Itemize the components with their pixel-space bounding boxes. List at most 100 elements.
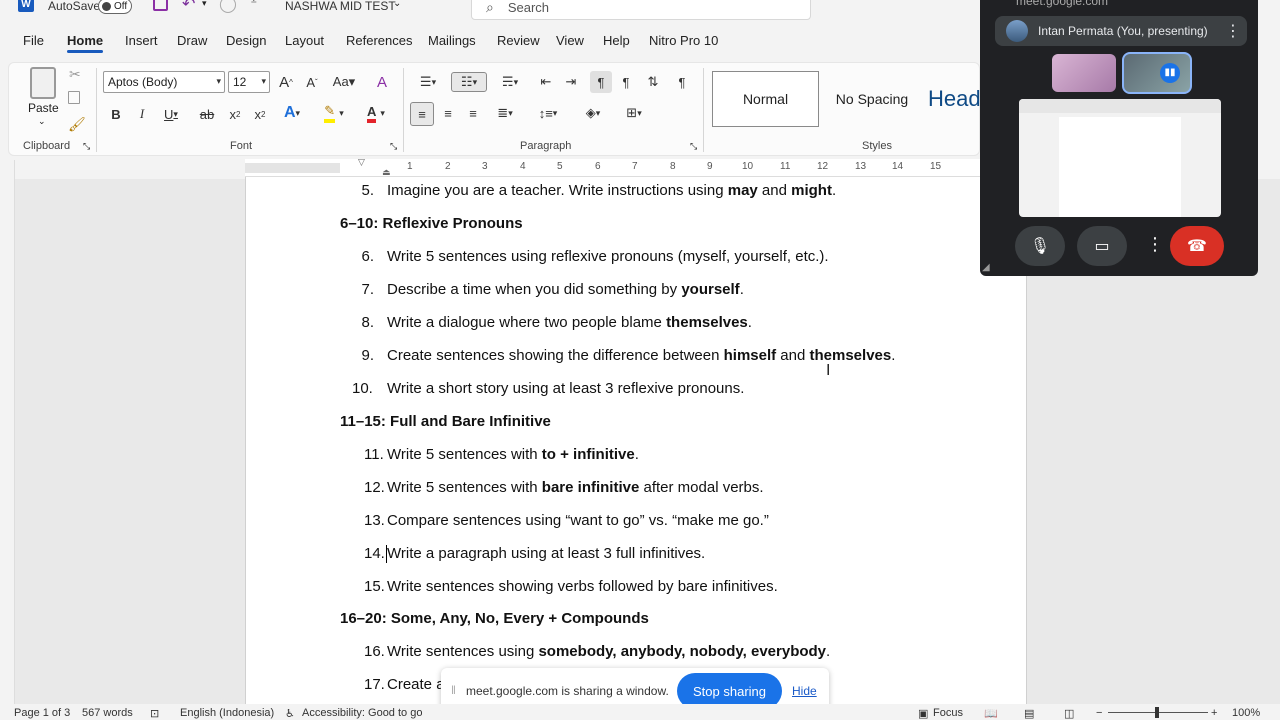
proofing-icon[interactable]: ⊡: [150, 707, 159, 720]
grow-font-icon[interactable]: A ^: [276, 72, 296, 92]
list-item[interactable]: Write 5 sentences using reflexive pronou…: [387, 248, 829, 265]
paste-icon[interactable]: [30, 67, 56, 99]
style-normal[interactable]: Normal: [712, 71, 819, 127]
list-item[interactable]: Write a paragraph using at least 3 full …: [387, 545, 705, 562]
horizontal-ruler[interactable]: ▽ ⏏ 1 2 3 4 5 6 7 8 9 10 11 12 13 14 15: [245, 157, 980, 177]
focus-mode[interactable]: Focus: [933, 707, 963, 719]
tab-review[interactable]: Review: [497, 33, 540, 48]
autosave-toggle[interactable]: Off: [98, 0, 132, 14]
presenter-row[interactable]: Intan Permata (You, presenting) ⋮: [995, 16, 1247, 46]
read-mode-icon[interactable]: 📖: [984, 707, 998, 720]
subscript-icon[interactable]: x2: [226, 104, 244, 124]
bullets-icon[interactable]: ☰ ▾: [412, 72, 444, 92]
resize-handle-icon[interactable]: ◢: [982, 262, 990, 273]
zoom-out-icon[interactable]: −: [1096, 707, 1102, 719]
highlight-color-icon[interactable]: ✎ ▾: [318, 103, 350, 123]
align-left-icon[interactable]: ≡: [410, 102, 434, 126]
list-item[interactable]: Write sentences showing verbs followed b…: [387, 578, 778, 595]
more-options-icon[interactable]: ⋮: [1225, 21, 1241, 41]
tab-home[interactable]: Home: [67, 33, 104, 53]
ltr-direction-icon[interactable]: ¶: [590, 71, 612, 93]
save-icon[interactable]: [153, 0, 168, 11]
more-options-icon[interactable]: ⋮: [1146, 234, 1164, 255]
tab-help[interactable]: Help: [603, 33, 630, 48]
zoom-slider[interactable]: [1108, 707, 1208, 718]
undo-icon[interactable]: ↶: [182, 0, 195, 14]
customize-toolbar-icon[interactable]: ⩡: [251, 0, 257, 7]
indent-marker-icon[interactable]: ▽: [358, 157, 365, 168]
font-color-icon[interactable]: A ▾: [360, 103, 392, 123]
web-layout-icon[interactable]: ◫: [1064, 707, 1074, 720]
text-effects-icon[interactable]: A ▾: [277, 103, 307, 123]
numbering-icon[interactable]: ☷ ▾: [451, 72, 487, 92]
tab-nitro[interactable]: Nitro Pro 10: [649, 33, 718, 48]
superscript-icon[interactable]: x2: [251, 104, 269, 124]
shrink-font-icon[interactable]: Aˇ: [302, 72, 322, 92]
tab-mailings[interactable]: Mailings: [428, 33, 476, 48]
tab-insert[interactable]: Insert: [125, 33, 158, 48]
shading-icon[interactable]: ◈ ▾: [578, 103, 608, 123]
list-item[interactable]: Write 5 sentences with to + infinitive.: [387, 446, 639, 463]
paste-dropdown-icon[interactable]: ⌄: [38, 116, 46, 127]
show-formatting-icon[interactable]: ¶: [672, 72, 692, 92]
redo-icon[interactable]: ◯: [219, 0, 237, 14]
word-count[interactable]: 567 words: [82, 707, 133, 719]
change-case-icon[interactable]: Aa▾: [330, 72, 358, 92]
undo-dropdown-icon[interactable]: ▾: [202, 0, 207, 9]
style-no-spacing[interactable]: No Spacing: [821, 71, 923, 127]
tab-draw[interactable]: Draw: [177, 33, 207, 48]
list-item[interactable]: Imagine you are a teacher. Write instruc…: [387, 182, 836, 199]
tab-layout[interactable]: Layout: [285, 33, 324, 48]
line-spacing-icon[interactable]: ↕≡ ▾: [533, 103, 563, 123]
font-name-select[interactable]: Aptos (Body) ▾: [103, 71, 225, 93]
tab-view[interactable]: View: [556, 33, 584, 48]
list-item[interactable]: Write 5 sentences with bare infinitive a…: [387, 479, 764, 496]
borders-icon[interactable]: ⊞ ▾: [618, 103, 650, 123]
style-heading[interactable]: Head: [928, 71, 980, 127]
copy-icon[interactable]: [68, 91, 80, 104]
cut-icon[interactable]: ✂: [69, 66, 81, 83]
list-item[interactable]: Create a: [387, 676, 445, 693]
page-count[interactable]: Page 1 of 3: [14, 707, 70, 719]
accessibility-status[interactable]: Accessibility: Good to go: [302, 707, 422, 719]
format-painter-icon[interactable]: 🖌: [68, 116, 86, 133]
align-right-icon[interactable]: ≡: [463, 103, 483, 123]
rtl-direction-icon[interactable]: ¶: [616, 72, 636, 92]
list-item[interactable]: Write a dialogue where two people blame …: [387, 314, 752, 331]
clipboard-launcher-icon[interactable]: ⤡: [83, 141, 90, 152]
tab-file[interactable]: File: [23, 33, 44, 48]
decrease-indent-icon[interactable]: ⇤: [536, 72, 556, 92]
list-item[interactable]: Compare sentences using “want to go” vs.…: [387, 512, 769, 529]
end-call-button[interactable]: ☎: [1170, 226, 1224, 266]
hide-link[interactable]: Hide: [792, 684, 817, 698]
increase-indent-icon[interactable]: ⇥: [561, 72, 581, 92]
align-center-icon[interactable]: ≡: [438, 103, 458, 123]
tab-references[interactable]: References: [346, 33, 412, 48]
zoom-in-icon[interactable]: +: [1211, 707, 1217, 719]
print-layout-icon[interactable]: ▤: [1024, 707, 1034, 720]
list-item[interactable]: Write a short story using at least 3 ref…: [387, 380, 744, 397]
tab-design[interactable]: Design: [226, 33, 266, 48]
multilevel-list-icon[interactable]: ☴ ▾: [495, 72, 525, 92]
underline-icon[interactable]: U ▾: [158, 104, 184, 124]
title-dropdown-icon[interactable]: ⌄: [393, 0, 401, 9]
drag-handle-icon[interactable]: ‖: [451, 683, 456, 697]
camera-button[interactable]: ▭: [1077, 226, 1127, 266]
language[interactable]: English (Indonesia): [180, 707, 274, 719]
participant-tile-active[interactable]: ▮▮: [1122, 52, 1192, 94]
sort-icon[interactable]: ⇅: [643, 72, 663, 92]
microphone-button[interactable]: 🎙: [1015, 226, 1065, 266]
search-box[interactable]: ⌕ Search: [471, 0, 811, 20]
list-item[interactable]: Create sentences showing the difference …: [387, 347, 895, 364]
italic-icon[interactable]: I: [134, 104, 150, 124]
justify-icon[interactable]: ≣ ▾: [489, 103, 521, 123]
list-item[interactable]: Write sentences using somebody, anybody,…: [387, 643, 830, 660]
paste-button[interactable]: Paste: [28, 101, 59, 115]
document-title[interactable]: NASHWA MID TEST: [285, 0, 396, 13]
bold-icon[interactable]: B: [108, 104, 124, 124]
document-page[interactable]: 5. Imagine you are a teacher. Write inst…: [245, 177, 1027, 707]
clear-formatting-icon[interactable]: A: [372, 72, 392, 92]
participant-tile[interactable]: [1052, 54, 1116, 92]
strikethrough-icon[interactable]: ab: [197, 104, 217, 124]
paragraph-launcher-icon[interactable]: ⤡: [690, 141, 697, 152]
